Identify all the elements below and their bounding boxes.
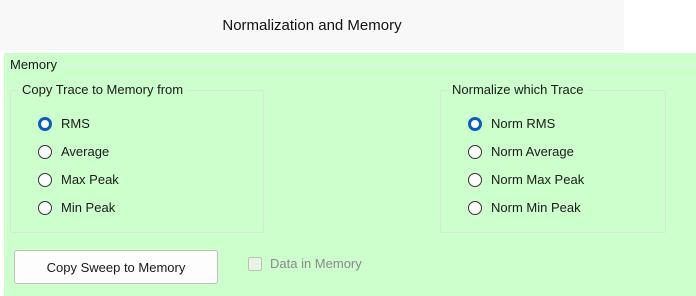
data-in-memory-checkbox xyxy=(248,256,262,271)
radio-norm-average-label: Norm Average xyxy=(491,144,574,159)
data-in-memory-label: Data in Memory xyxy=(270,256,362,271)
radio-rms-label: RMS xyxy=(61,116,90,131)
radio-average[interactable]: Average xyxy=(38,144,109,159)
radio-max-peak[interactable]: Max Peak xyxy=(38,172,119,187)
radio-unselected-icon[interactable] xyxy=(468,172,482,187)
data-in-memory-checkbox-row: Data in Memory xyxy=(248,256,362,271)
radio-norm-min-peak[interactable]: Norm Min Peak xyxy=(468,200,581,215)
copy-sweep-to-memory-button[interactable]: Copy Sweep to Memory xyxy=(14,250,218,284)
normalize-trace-group-legend: Normalize which Trace xyxy=(449,82,587,97)
radio-average-label: Average xyxy=(61,144,110,159)
radio-unselected-icon[interactable] xyxy=(38,144,52,159)
radio-unselected-icon[interactable] xyxy=(468,144,482,159)
radio-norm-max-peak[interactable]: Norm Max Peak xyxy=(468,172,584,187)
radio-norm-rms-label: Norm RMS xyxy=(491,116,556,131)
radio-unselected-icon[interactable] xyxy=(468,200,482,215)
radio-norm-rms[interactable]: Norm RMS xyxy=(468,116,555,131)
memory-panel: Memory Copy Trace to Memory from RMS Ave… xyxy=(4,53,696,296)
window-title: Normalization and Memory xyxy=(0,0,624,50)
radio-unselected-icon[interactable] xyxy=(38,172,52,187)
memory-panel-label: Memory xyxy=(10,57,57,72)
copy-trace-group-legend: Copy Trace to Memory from xyxy=(19,82,187,97)
normalize-trace-group: Normalize which Trace Norm RMS Norm Aver… xyxy=(440,82,666,233)
radio-selected-icon[interactable] xyxy=(468,116,482,131)
radio-unselected-icon[interactable] xyxy=(38,200,52,215)
radio-norm-min-peak-label: Norm Min Peak xyxy=(491,200,581,215)
radio-selected-icon[interactable] xyxy=(38,116,52,131)
radio-norm-average[interactable]: Norm Average xyxy=(468,144,574,159)
radio-min-peak[interactable]: Min Peak xyxy=(38,200,115,215)
radio-min-peak-label: Min Peak xyxy=(61,200,116,215)
radio-norm-max-peak-label: Norm Max Peak xyxy=(491,172,585,187)
copy-trace-group: Copy Trace to Memory from RMS Average Ma… xyxy=(10,82,264,233)
radio-max-peak-label: Max Peak xyxy=(61,172,119,187)
panel-divider xyxy=(62,64,696,65)
radio-rms[interactable]: RMS xyxy=(38,116,90,131)
